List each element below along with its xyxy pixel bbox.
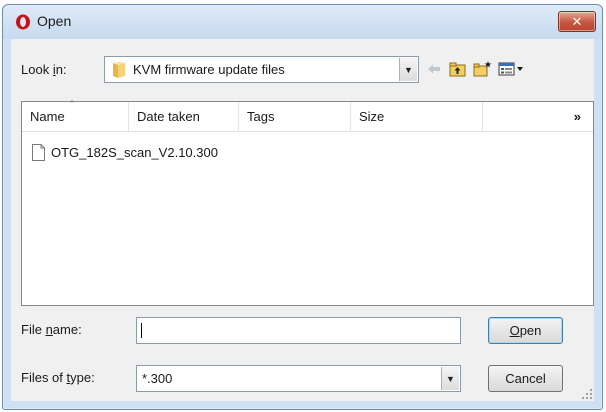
back-arrow-icon	[428, 64, 440, 74]
files-of-type-label: Files of type:	[21, 370, 95, 385]
dialog-body: Look in: KVM firmware update files ▼ ^ N…	[11, 39, 594, 401]
column-header-tags[interactable]: Tags	[239, 102, 351, 132]
file-name-label: File name:	[21, 322, 82, 337]
window-title: Open	[37, 13, 72, 29]
column-header-name[interactable]: ^ Name	[22, 99, 129, 132]
files-of-type-dropdown[interactable]: *.300 ▼	[136, 365, 461, 392]
open-dialog: Open ✕ Look in: KVM firmware update file…	[2, 4, 603, 410]
create-new-folder-button[interactable]	[472, 59, 492, 79]
up-one-level-button[interactable]	[448, 59, 466, 79]
close-icon: ✕	[571, 13, 583, 29]
chevron-down-icon: ▼	[446, 373, 455, 384]
view-menu-icon	[498, 62, 523, 76]
text-cursor	[141, 323, 142, 338]
file-icon	[32, 143, 45, 161]
more-columns-button[interactable]: »	[483, 102, 593, 132]
chevron-down-icon: ▼	[404, 64, 413, 75]
files-of-type-value: *.300	[142, 371, 173, 386]
file-list[interactable]: ^ Name Date taken Tags Size » OTG_182S_s…	[21, 99, 594, 306]
folder-icon	[113, 61, 125, 78]
chevron-double-right-icon: »	[573, 109, 581, 124]
list-item[interactable]: OTG_182S_scan_V2.10.300	[32, 142, 218, 162]
close-button[interactable]: ✕	[558, 11, 596, 32]
column-header-date-taken[interactable]: Date taken	[129, 102, 239, 132]
view-menu-button[interactable]	[497, 59, 527, 79]
up-folder-icon	[449, 62, 465, 76]
column-header-size[interactable]: Size	[351, 102, 483, 132]
resize-grip-icon[interactable]	[581, 388, 593, 400]
look-in-label: Look in:	[21, 62, 67, 77]
sort-ascending-icon: ^	[70, 99, 74, 108]
look-in-dropdown[interactable]: KVM firmware update files ▼	[104, 56, 419, 83]
look-in-dropdown-arrow[interactable]: ▼	[399, 58, 417, 81]
title-bar[interactable]: Open ✕	[3, 5, 602, 39]
open-button[interactable]: Open	[488, 317, 563, 344]
new-folder-icon	[473, 61, 491, 77]
files-of-type-dropdown-arrow[interactable]: ▼	[441, 367, 459, 390]
opera-logo-icon	[16, 14, 30, 30]
look-in-value: KVM firmware update files	[133, 62, 285, 77]
file-name: OTG_182S_scan_V2.10.300	[51, 144, 218, 160]
cancel-button[interactable]: Cancel	[488, 365, 563, 392]
back-button[interactable]	[426, 59, 442, 79]
file-name-input[interactable]	[136, 317, 461, 344]
